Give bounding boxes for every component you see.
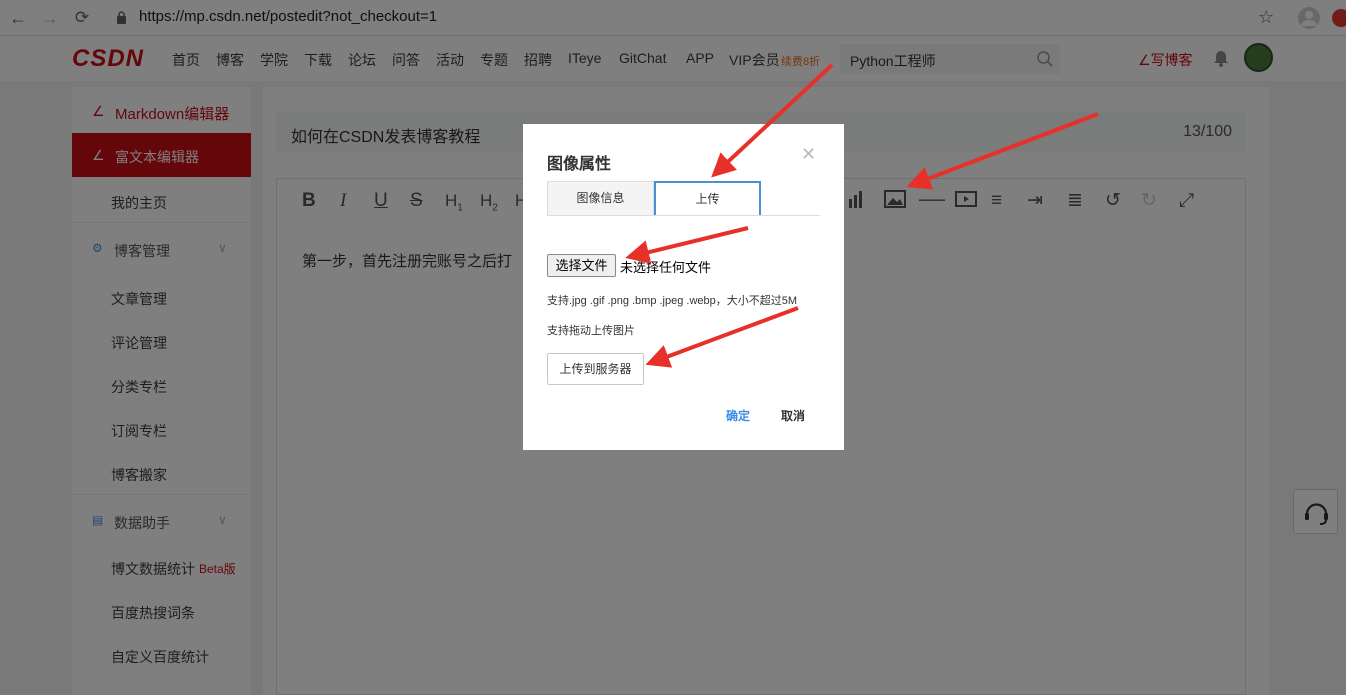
- dialog-title: 图像属性: [547, 156, 612, 173]
- cancel-button[interactable]: 取消: [781, 407, 805, 424]
- tab-image-info[interactable]: 图像信息: [547, 181, 654, 215]
- ok-button[interactable]: 确定: [726, 407, 750, 424]
- drag-hint: 支持拖动上传图片: [547, 325, 635, 337]
- tab-divider: [547, 215, 820, 216]
- file-status: 未选择任何文件: [620, 260, 712, 275]
- close-icon[interactable]: ✕: [801, 144, 816, 165]
- upload-to-server-button[interactable]: 上传到服务器: [547, 353, 644, 385]
- image-properties-dialog: 图像属性 ✕ 图像信息 上传 选择文件 未选择任何文件 支持.jpg .gif …: [523, 124, 844, 450]
- choose-file-button[interactable]: 选择文件: [547, 254, 616, 277]
- format-hint: 支持.jpg .gif .png .bmp .jpeg .webp，大小不超过5…: [547, 295, 798, 307]
- tab-upload[interactable]: 上传: [654, 181, 761, 215]
